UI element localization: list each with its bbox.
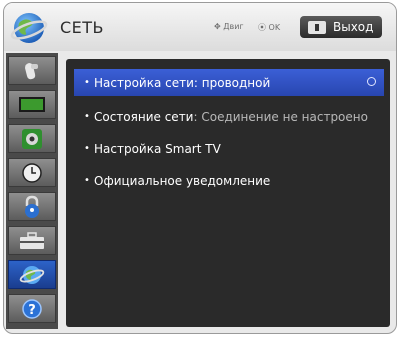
network-globe-icon [19,265,45,284]
bullet-icon: • [84,111,90,122]
options-icon [20,231,44,249]
menu-item-network-setup[interactable]: • Настройка сети: проводной [74,69,384,96]
bullet-icon: • [84,143,90,154]
help-icon: ? [22,298,42,319]
exit-button-label: Выход [333,20,374,34]
network-globe-icon [10,13,48,43]
move-hint: ✥ Двиг [214,22,244,31]
sidebar-item-picture[interactable] [8,56,56,85]
menu-item-label: Настройка Smart TV [94,141,221,156]
sidebar-item-screen[interactable] [8,90,56,119]
settings-window: СЕТЬ ✥ Двиг ⦿ OK Выход ? • Настройка сет… [3,2,397,334]
screen-icon [19,96,45,112]
sidebar-item-help[interactable]: ? [8,294,56,323]
category-sidebar: ? [6,53,58,329]
sidebar-item-audio[interactable] [8,124,56,153]
exit-button[interactable]: Выход [300,16,382,38]
clock-icon [22,162,42,183]
exit-key-icon [308,20,326,34]
picture-settings-icon [25,62,38,79]
menu-item-smart-tv-setup[interactable]: • Настройка Smart TV [74,135,384,162]
network-menu-panel: • Настройка сети: проводной • Состояние … [66,59,390,327]
menu-item-value: : Соединение не настроено [193,109,368,124]
menu-item-label: Официальное уведомление [94,173,271,188]
bullet-icon: • [84,175,90,186]
header-bar: СЕТЬ ✥ Двиг ⦿ OK Выход [4,3,396,51]
svg-text:?: ? [28,303,36,318]
menu-item-label: Состояние сети [94,109,194,124]
menu-item-label: Настройка сети: проводной [94,75,271,90]
lock-icon [25,195,39,218]
menu-item-network-status[interactable]: • Состояние сети : Соединение не настрое… [74,103,384,130]
select-indicator-icon [367,77,376,86]
menu-item-legal-notice[interactable]: • Официальное уведомление [74,167,384,194]
sidebar-item-network[interactable] [8,260,56,289]
ok-hint: ⦿ OK [258,23,281,32]
ok-hint-label: OK [268,23,281,32]
bullet-icon: • [84,77,90,88]
page-title: СЕТЬ [60,18,105,37]
move-hint-label: Двиг [223,22,244,31]
sidebar-item-options[interactable] [8,226,56,255]
sidebar-item-time[interactable] [8,158,56,187]
audio-icon [22,128,42,149]
sidebar-item-lock[interactable] [8,192,56,221]
